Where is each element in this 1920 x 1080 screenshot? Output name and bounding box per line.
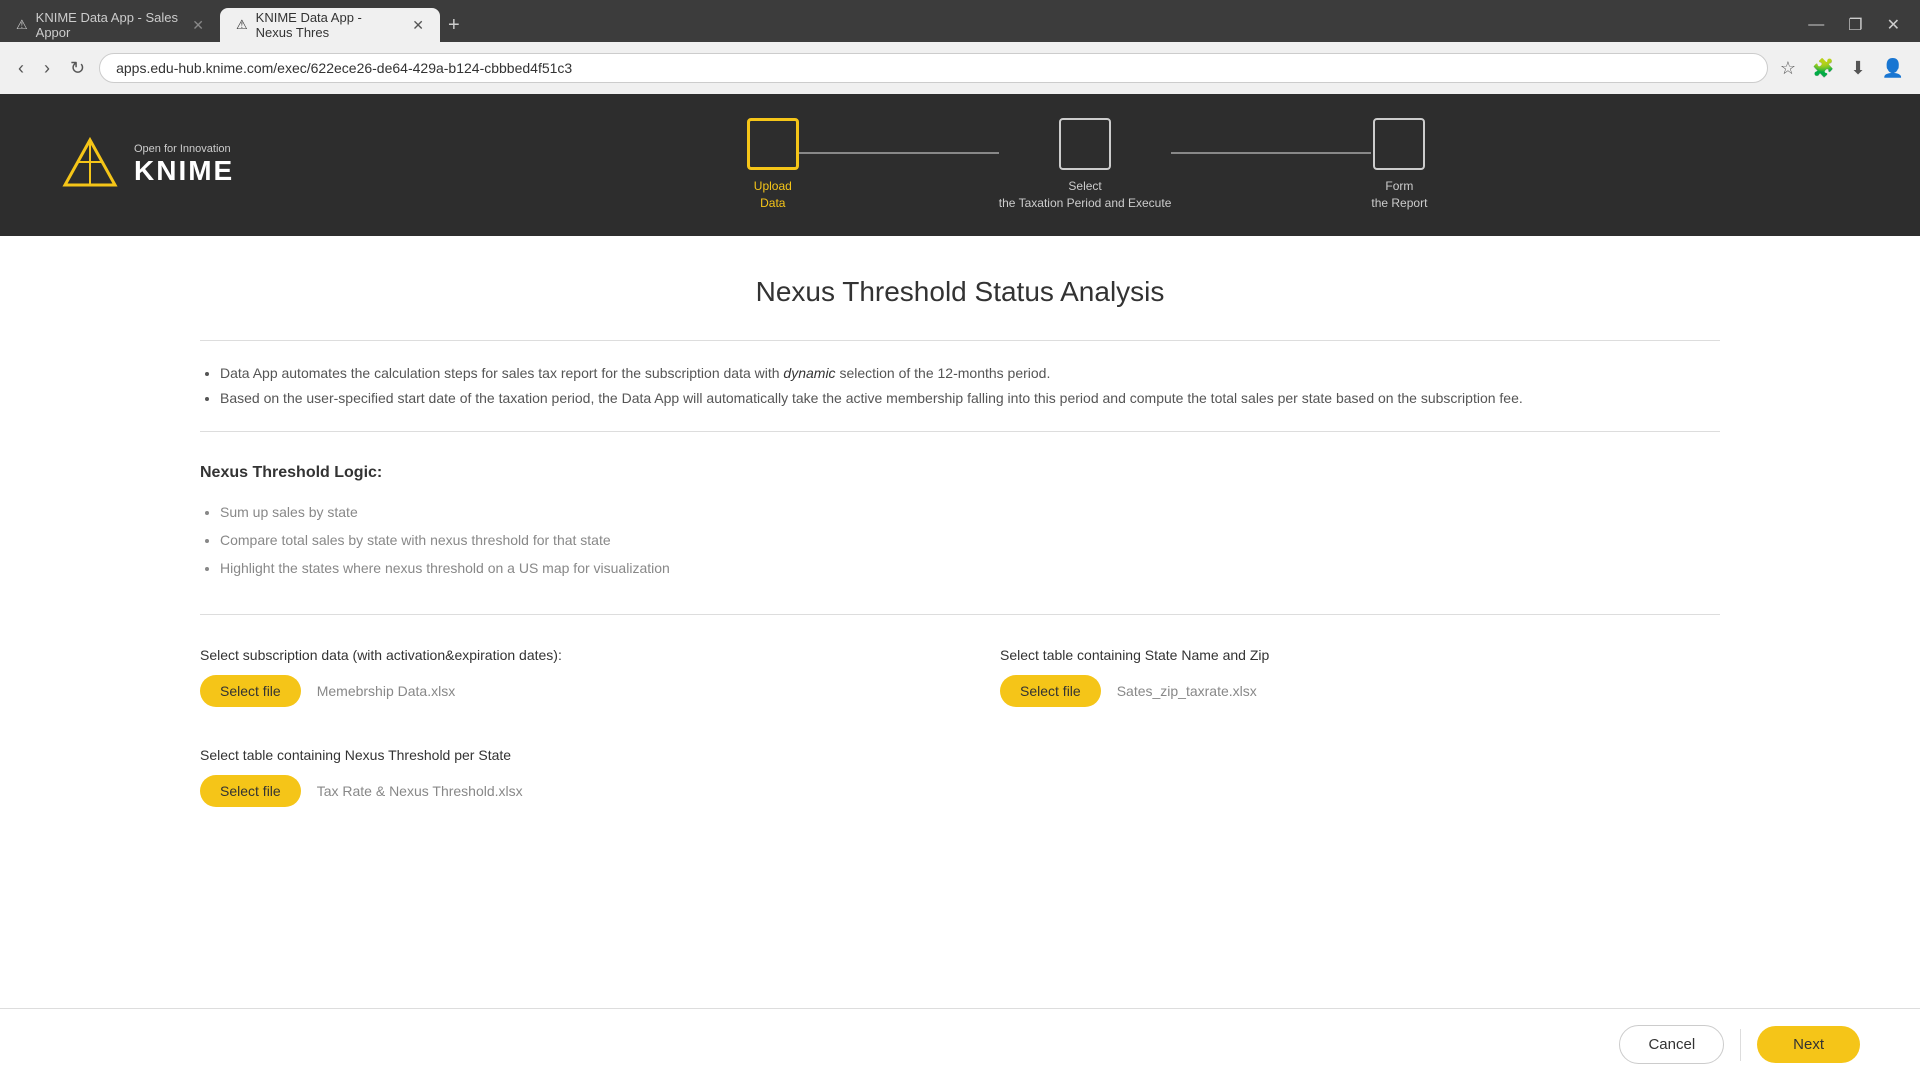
knime-brand: KNIME [134,155,234,187]
steps-container: UploadData Selectthe Taxation Period and… [314,118,1860,212]
knime-logo-text: Open for Innovation KNIME [134,143,234,187]
logic-section-title: Nexus Threshold Logic: [200,464,1720,482]
app-header: Open for Innovation KNIME UploadData Sel… [0,94,1920,236]
step-form-label: Formthe Report [1371,178,1427,212]
button-divider [1740,1029,1741,1061]
toolbar-icons: ☆ 🧩 ⬇ 👤 [1776,54,1908,83]
window-controls: — ❐ ✕ [1796,11,1920,39]
back-button[interactable]: ‹ [12,54,30,83]
bottom-bar: Cancel Next [0,1008,1920,1080]
page-content: Open for Innovation KNIME UploadData Sel… [0,94,1920,1080]
description-section: Data App automates the calculation steps… [200,340,1720,432]
subscription-row: Select file Memebrship Data.xlsx [200,675,920,707]
step-select-label: Selectthe Taxation Period and Execute [999,178,1172,212]
nexus-file-selector: Select table containing Nexus Threshold … [200,747,1720,807]
subscription-select-button[interactable]: Select file [200,675,301,707]
subscription-label: Select subscription data (with activatio… [200,647,920,663]
logic-list: Sum up sales by state Compare total sale… [200,498,1720,582]
step-upload: UploadData [747,118,799,212]
tab-close-2[interactable]: ✕ [412,17,424,34]
address-bar-row: ‹ › ↻ apps.edu-hub.knime.com/exec/622ece… [0,42,1920,94]
tab-favicon-1: ⚠ [16,17,28,33]
page-title: Nexus Threshold Status Analysis [200,276,1720,308]
logic-item-2: Compare total sales by state with nexus … [220,526,1720,554]
step-select-box [1059,118,1111,170]
subscription-file-selector: Select subscription data (with activatio… [200,647,920,707]
tab-sales[interactable]: ⚠ KNIME Data App - Sales Appor ✕ [0,8,220,42]
next-button[interactable]: Next [1757,1026,1860,1063]
nexus-select-button[interactable]: Select file [200,775,301,807]
maximize-button[interactable]: ❐ [1836,11,1874,39]
logic-item-1: Sum up sales by state [220,498,1720,526]
download-icon[interactable]: ⬇ [1846,54,1869,83]
tab-bar: ⚠ KNIME Data App - Sales Appor ✕ ⚠ KNIME… [0,0,1920,42]
step-form: Formthe Report [1371,118,1427,212]
nexus-file-name: Tax Rate & Nexus Threshold.xlsx [317,783,523,799]
main-content: Nexus Threshold Status Analysis Data App… [0,236,1920,947]
tab-favicon-2: ⚠ [236,17,248,33]
nexus-row: Select file Tax Rate & Nexus Threshold.x… [200,775,1720,807]
tab-title-1: KNIME Data App - Sales Appor [36,10,181,40]
step-connector-1 [799,152,999,154]
step-form-box [1373,118,1425,170]
profile-icon[interactable]: 👤 [1878,54,1908,83]
description-item-1: Data App automates the calculation steps… [220,361,1720,386]
close-button[interactable]: ✕ [1875,11,1912,39]
step-upload-box [747,118,799,170]
tab-close-1[interactable]: ✕ [192,17,204,34]
extensions-icon[interactable]: 🧩 [1808,54,1838,83]
nexus-label: Select table containing Nexus Threshold … [200,747,1720,763]
description-item-2: Based on the user-specified start date o… [220,386,1720,411]
address-bar[interactable]: apps.edu-hub.knime.com/exec/622ece26-de6… [99,53,1768,83]
knime-logo-icon [60,135,120,195]
step-upload-label: UploadData [754,178,792,212]
description-list: Data App automates the calculation steps… [200,361,1720,411]
knime-logo: Open for Innovation KNIME [60,135,234,195]
minimize-button[interactable]: — [1796,11,1836,39]
subscription-file-name: Memebrship Data.xlsx [317,683,456,699]
state-select-button[interactable]: Select file [1000,675,1101,707]
state-label: Select table containing State Name and Z… [1000,647,1720,663]
bookmark-icon[interactable]: ☆ [1776,54,1800,83]
reload-button[interactable]: ↻ [64,54,91,83]
state-file-selector: Select table containing State Name and Z… [1000,647,1720,707]
cancel-button[interactable]: Cancel [1619,1025,1724,1064]
logic-section: Nexus Threshold Logic: Sum up sales by s… [200,464,1720,615]
url-text: apps.edu-hub.knime.com/exec/622ece26-de6… [116,60,1751,76]
forward-button[interactable]: › [38,54,56,83]
logic-item-3: Highlight the states where nexus thresho… [220,554,1720,582]
knime-tagline: Open for Innovation [134,143,234,155]
new-tab-button[interactable]: + [440,14,468,37]
state-row: Select file Sates_zip_taxrate.xlsx [1000,675,1720,707]
tab-nexus[interactable]: ⚠ KNIME Data App - Nexus Thres ✕ [220,8,440,42]
step-connector-2 [1171,152,1371,154]
state-file-name: Sates_zip_taxrate.xlsx [1117,683,1257,699]
file-selectors-row: Select subscription data (with activatio… [200,647,1720,707]
tab-title-2: KNIME Data App - Nexus Thres [256,10,401,40]
step-select: Selectthe Taxation Period and Execute [999,118,1172,212]
